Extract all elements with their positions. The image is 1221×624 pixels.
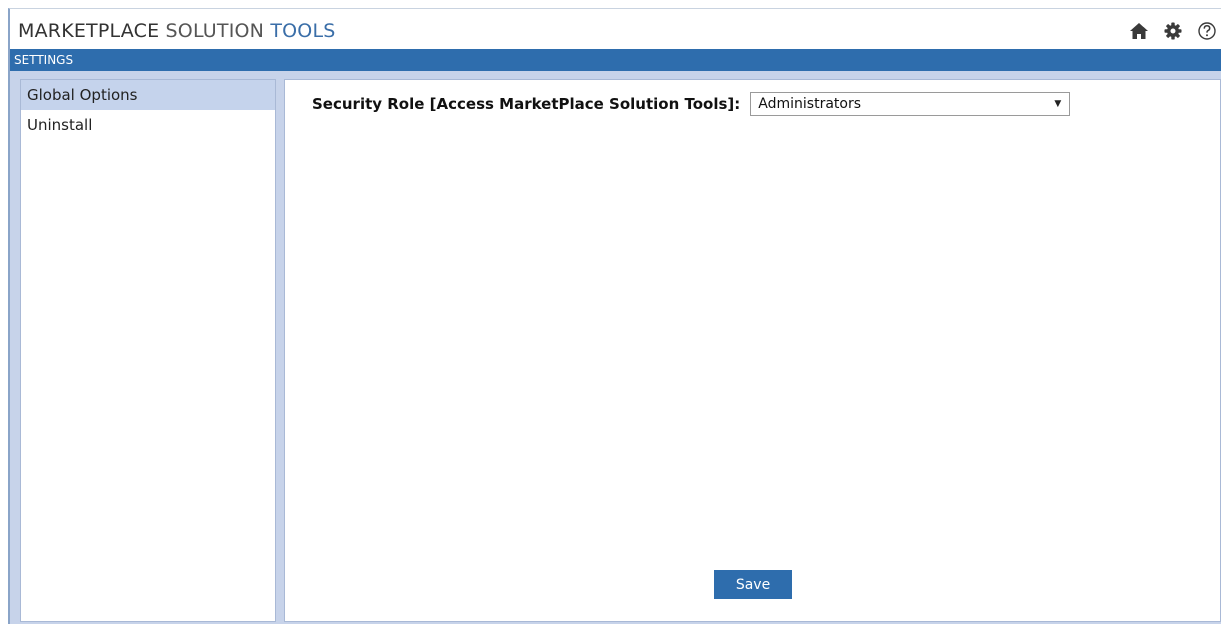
- help-icon[interactable]: [1197, 21, 1217, 41]
- title-bar: MARKETPLACE SOLUTION TOOLS: [10, 9, 1221, 49]
- gear-icon[interactable]: [1163, 21, 1183, 41]
- chevron-down-icon: ▼: [1054, 99, 1062, 109]
- security-role-label: Security Role [Access MarketPlace Soluti…: [312, 95, 741, 113]
- app-window: MARKETPLACE SOLUTION TOOLS SETTINGS Glob…: [8, 8, 1221, 624]
- security-role-row: Security Role [Access MarketPlace Soluti…: [312, 92, 1071, 116]
- app-title-part3: TOOLS: [270, 20, 336, 42]
- section-title: SETTINGS: [14, 53, 74, 67]
- sidebar-item-uninstall[interactable]: Uninstall: [21, 110, 275, 140]
- app-title: MARKETPLACE SOLUTION TOOLS: [18, 20, 336, 42]
- app-title-part2: SOLUTION: [165, 20, 265, 42]
- security-role-value: Administrators: [758, 96, 862, 112]
- home-icon[interactable]: [1129, 21, 1149, 41]
- sidebar: Global Options Uninstall: [20, 79, 276, 622]
- save-button[interactable]: Save: [714, 570, 792, 599]
- section-header: SETTINGS: [10, 49, 1221, 71]
- security-role-select[interactable]: Administrators ▼: [750, 92, 1071, 116]
- content-area: Security Role [Access MarketPlace Soluti…: [284, 79, 1221, 622]
- sidebar-item-global-options[interactable]: Global Options: [21, 80, 275, 110]
- header-icons: [1129, 21, 1217, 41]
- app-title-part1: MARKETPLACE: [18, 20, 160, 42]
- main-panel: Global Options Uninstall Security Role […: [10, 71, 1221, 624]
